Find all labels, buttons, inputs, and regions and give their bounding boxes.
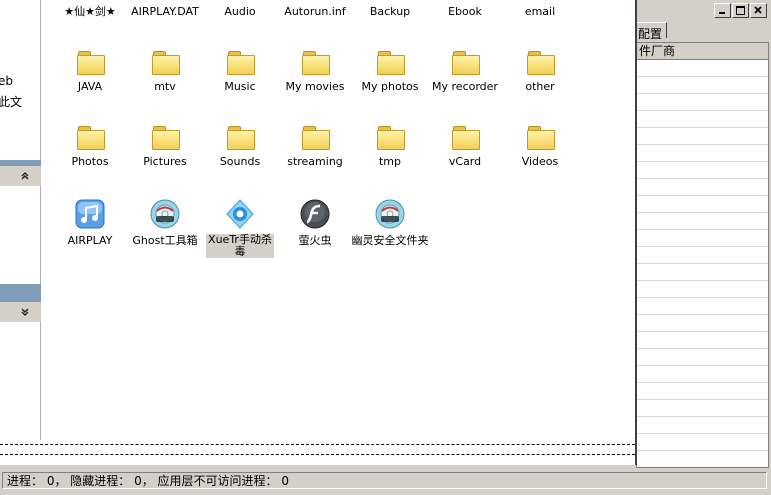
file-item[interactable]: 萤火虫 <box>275 198 355 247</box>
file-item-label: tmp <box>378 155 401 168</box>
window-controls <box>714 3 767 18</box>
file-item-label: Audio <box>224 5 256 18</box>
folder-icon <box>76 125 105 150</box>
file-browser-window: eb 此文 ★仙★剑★ AIRPLAY.DAT Audio Autorun.inf Ba… <box>0 0 637 465</box>
collapse-chevron-icon[interactable] <box>18 169 32 183</box>
file-item[interactable]: vCard <box>425 125 505 168</box>
maximize-icon <box>736 6 745 15</box>
process-list-rows <box>637 60 768 460</box>
close-button[interactable] <box>750 3 767 18</box>
file-item-label: AIRPLAY.DAT <box>131 5 199 18</box>
folder-icon <box>151 50 180 75</box>
xuetr-icon <box>224 198 256 230</box>
file-item-label: My photos <box>361 80 419 93</box>
separator-dashes <box>0 440 635 465</box>
task-pane-section-body <box>0 186 41 284</box>
flash-icon <box>299 198 331 230</box>
task-pane-text-1: eb <box>0 74 13 88</box>
status-text: 进程： 0， 隐藏进程： 0， 应用层不可访问进程： 0 <box>2 472 767 489</box>
file-item[interactable]: AIRPLAY.DAT <box>125 0 205 18</box>
file-item-label: Ghost工具箱 <box>132 234 198 247</box>
task-pane: eb 此文 <box>0 0 41 440</box>
file-item-label: JAVA <box>77 80 103 93</box>
file-item[interactable]: Music <box>200 50 280 93</box>
file-item-label: XueTr手动杀毒 <box>206 234 274 258</box>
folder-icon <box>301 50 330 75</box>
file-item-label: Pictures <box>143 155 187 168</box>
ghost-disc-icon <box>374 198 406 230</box>
file-item-label: Music <box>224 80 256 93</box>
file-item[interactable]: Videos <box>500 125 580 168</box>
file-item[interactable]: Audio <box>200 0 280 18</box>
file-item-label: Photos <box>71 155 109 168</box>
folder-icon <box>376 125 405 150</box>
folder-icon <box>451 50 480 75</box>
expand-chevron-icon[interactable] <box>18 305 32 319</box>
file-item[interactable]: Ghost工具箱 <box>125 198 205 247</box>
file-icon-view[interactable]: ★仙★剑★ AIRPLAY.DAT Audio Autorun.inf Backup Eb… <box>42 0 635 440</box>
file-item[interactable]: streaming <box>275 125 355 168</box>
maximize-button[interactable] <box>732 3 749 18</box>
file-item[interactable]: Backup <box>350 0 430 18</box>
file-item-label: 幽灵安全文件夹 <box>351 234 429 247</box>
file-item-label: Ebook <box>448 5 482 18</box>
file-item-label: Sounds <box>219 155 261 168</box>
music-app-icon <box>74 198 106 230</box>
tab-strip: 配置 <box>636 22 771 41</box>
process-manager-window: 配置 件厂商 <box>636 0 771 470</box>
folder-icon <box>76 50 105 75</box>
minimize-icon <box>719 12 725 14</box>
task-pane-section-header-2[interactable] <box>0 302 41 322</box>
file-item-label: Videos <box>521 155 559 168</box>
file-item-label: other <box>525 80 555 93</box>
minimize-button[interactable] <box>714 3 731 18</box>
tab-config[interactable]: 配置 <box>636 22 668 41</box>
file-item-label: vCard <box>448 155 482 168</box>
file-item-label: 萤火虫 <box>298 234 332 247</box>
file-item-label: mtv <box>154 80 176 93</box>
file-item[interactable]: 幽灵安全文件夹 <box>350 198 430 247</box>
folder-icon <box>226 50 255 75</box>
file-item-label: email <box>524 5 556 18</box>
ghost-disc-icon <box>149 198 181 230</box>
task-pane-text-2: 此文 <box>0 95 23 109</box>
folder-icon <box>376 50 405 75</box>
task-pane-empty <box>0 322 41 440</box>
file-item[interactable]: tmp <box>350 125 430 168</box>
file-item[interactable]: ★仙★剑★ <box>50 0 130 18</box>
task-pane-section-header-1[interactable] <box>0 166 41 186</box>
file-item-label: streaming <box>287 155 343 168</box>
file-item-label: Autorun.inf <box>284 5 346 18</box>
file-item-label: My movies <box>285 80 345 93</box>
file-item-label: My recorder <box>432 80 498 93</box>
file-item[interactable]: Photos <box>50 125 130 168</box>
file-item[interactable]: Sounds <box>200 125 280 168</box>
folder-icon <box>301 125 330 150</box>
file-item[interactable]: My movies <box>275 50 355 93</box>
file-item[interactable]: XueTr手动杀毒 <box>200 198 280 258</box>
file-item[interactable]: Ebook <box>425 0 505 18</box>
task-pane-details: eb 此文 <box>0 0 41 160</box>
file-item[interactable]: other <box>500 50 580 93</box>
process-list[interactable]: 件厂商 <box>636 42 769 468</box>
column-header-vendor[interactable]: 件厂商 <box>637 43 768 60</box>
file-item[interactable]: mtv <box>125 50 205 93</box>
file-item[interactable]: JAVA <box>50 50 130 93</box>
file-item[interactable]: email <box>500 0 580 18</box>
file-item-label: AIRPLAY <box>67 234 113 247</box>
folder-icon <box>226 125 255 150</box>
file-item[interactable]: Pictures <box>125 125 205 168</box>
close-icon <box>754 6 762 14</box>
folder-icon <box>151 125 180 150</box>
file-item[interactable]: AIRPLAY <box>50 198 130 247</box>
file-item[interactable]: Autorun.inf <box>275 0 355 18</box>
file-item-label: Backup <box>369 5 411 18</box>
folder-icon <box>526 125 555 150</box>
file-item-label: ★仙★剑★ <box>64 5 116 18</box>
folder-icon <box>526 50 555 75</box>
file-item[interactable]: My recorder <box>425 50 505 93</box>
file-item[interactable]: My photos <box>350 50 430 93</box>
folder-icon <box>451 125 480 150</box>
status-bar: 进程： 0， 隐藏进程： 0， 应用层不可访问进程： 0 <box>0 470 771 495</box>
